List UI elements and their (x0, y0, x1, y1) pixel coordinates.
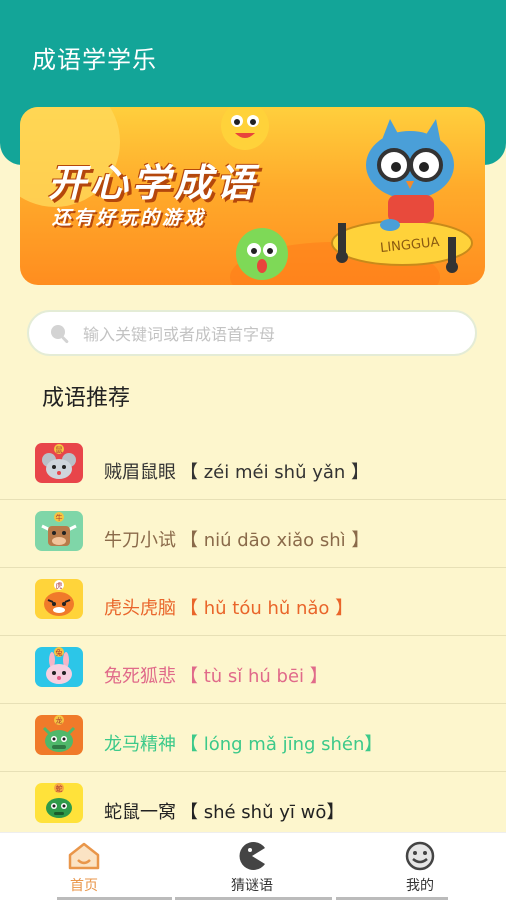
idiom-text: 牛刀小试【 niú dāo xiǎo shì 】 (104, 526, 369, 552)
tab-riddles[interactable]: 猜谜语 (168, 833, 336, 901)
idiom-row[interactable]: 牛 牛刀小试【 niú dāo xiǎo shì 】 (0, 500, 506, 568)
smiley-face-icon (405, 841, 435, 871)
tab-mine[interactable]: 我的 (336, 833, 504, 901)
rabbit-icon: 兔 (35, 647, 83, 687)
tab-home[interactable]: 首页 (0, 833, 168, 901)
idiom-row[interactable]: 龙 龙马精神【 lóng mǎ jīng shén】 (0, 704, 506, 772)
svg-text:龙: 龙 (56, 716, 63, 725)
tiger-icon: 虎 (35, 579, 83, 619)
idiom-text: 蛇鼠一窝【 shé shǔ yī wō】 (104, 798, 344, 824)
bottom-tab-bar: 首页 猜谜语 我的 (0, 832, 506, 901)
dragon-icon: 龙 (35, 715, 83, 755)
yellow-smiley-icon (221, 107, 269, 150)
idiom-text: 兔死狐悲【 tù sǐ hú bēi 】 (104, 662, 328, 688)
search-input[interactable] (81, 312, 465, 356)
idiom-word: 牛刀小试 (104, 530, 176, 551)
idiom-word: 虎头虎脑 (104, 598, 176, 619)
idiom-word: 贼眉鼠眼 (104, 462, 176, 483)
idiom-row[interactable]: 蛇 蛇鼠一窝【 shé shǔ yī wō】 (0, 772, 506, 840)
idiom-row[interactable]: 鼠 贼眉鼠眼【 zéi méi shǔ yǎn 】 (0, 432, 506, 500)
search-bar[interactable] (27, 310, 477, 356)
idiom-word: 龙马精神 (104, 734, 176, 755)
section-title: 成语推荐 (42, 386, 131, 411)
idiom-word: 兔死狐悲 (104, 666, 176, 687)
svg-text:牛: 牛 (56, 513, 63, 522)
idiom-pinyin: 【 niú dāo xiǎo shì 】 (180, 530, 370, 551)
ox-icon: 牛 (35, 511, 83, 551)
tab-label: 首页 (70, 878, 98, 894)
tab-label: 我的 (406, 878, 434, 894)
svg-text:蛇: 蛇 (56, 784, 63, 793)
promo-banner[interactable]: 开心学成语 还有好玩的游戏 LINGGUA (20, 107, 485, 285)
idiom-text: 龙马精神【 lóng mǎ jīng shén】 (104, 730, 382, 756)
svg-text:兔: 兔 (56, 648, 63, 657)
banner-subtitle: 还有好玩的游戏 (52, 207, 207, 229)
idiom-list: 鼠 贼眉鼠眼【 zéi méi shǔ yǎn 】 牛 牛刀小试【 niú dā… (0, 432, 506, 840)
idiom-pinyin: 【 shé shǔ yī wō】 (180, 802, 345, 823)
idiom-word: 蛇鼠一窝 (104, 802, 176, 823)
idiom-row[interactable]: 兔 兔死狐悲【 tù sǐ hú bēi 】 (0, 636, 506, 704)
rat-icon: 鼠 (35, 443, 83, 483)
banner-title: 开心学成语 (48, 161, 259, 205)
tab-label: 猜谜语 (231, 878, 273, 894)
idiom-pinyin: 【 zéi méi shǔ yǎn 】 (180, 462, 370, 483)
search-icon (51, 325, 69, 344)
idiom-pinyin: 【 tù sǐ hú bēi 】 (180, 666, 328, 687)
cat-mascot-icon: LINGGUA (331, 119, 473, 273)
pacman-icon (239, 842, 265, 870)
idiom-row[interactable]: 虎 虎头虎脑【 hǔ tóu hǔ nǎo 】 (0, 568, 506, 636)
svg-text:鼠: 鼠 (56, 445, 63, 454)
idiom-text: 虎头虎脑【 hǔ tóu hǔ nǎo 】 (104, 594, 353, 620)
svg-text:虎: 虎 (56, 581, 63, 590)
home-icon (68, 842, 100, 870)
green-blob-icon (236, 228, 288, 280)
app-title: 成语学学乐 (32, 46, 157, 74)
idiom-text: 贼眉鼠眼【 zéi méi shǔ yǎn 】 (104, 458, 369, 484)
idiom-pinyin: 【 lóng mǎ jīng shén】 (180, 734, 383, 755)
snake-icon: 蛇 (35, 783, 83, 823)
idiom-pinyin: 【 hǔ tóu hǔ nǎo 】 (180, 598, 354, 619)
